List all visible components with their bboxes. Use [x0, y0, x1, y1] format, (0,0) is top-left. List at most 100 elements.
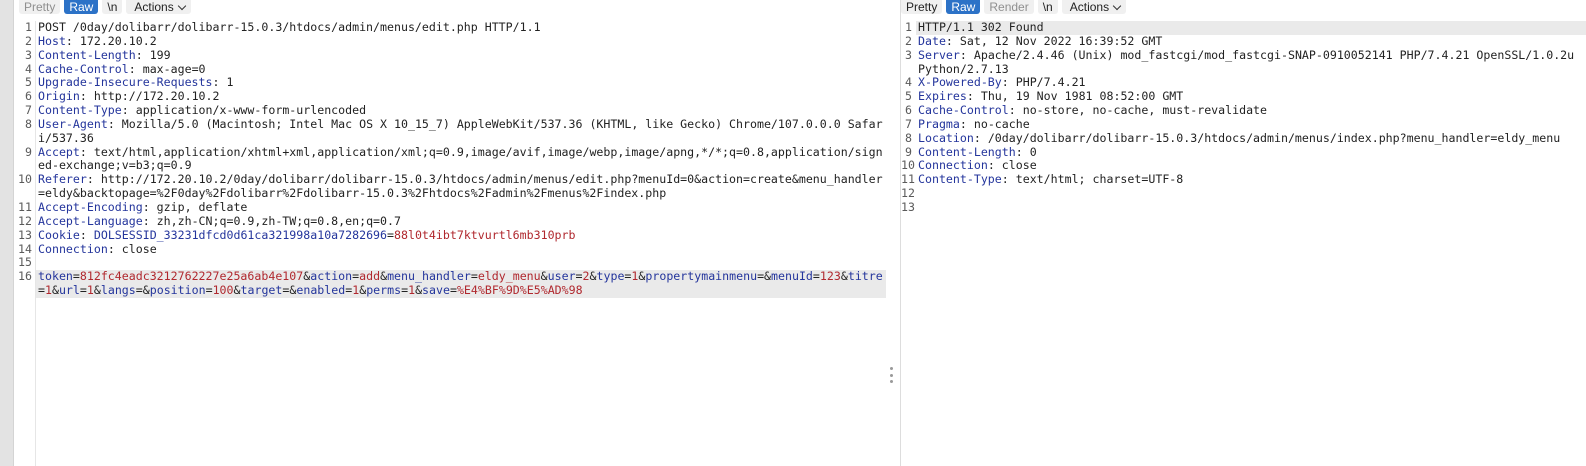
header-name: Accept-Encoding [38, 199, 143, 214]
request-pretty-tab[interactable]: Pretty [19, 0, 61, 14]
header-name: Connection [918, 158, 988, 173]
header-line: 9 Accept: text/html,application/xhtml+xml… [25, 144, 883, 173]
param-name: target [240, 283, 283, 298]
header-line: 7 Pragma: no-cache [905, 116, 1030, 131]
header-line: 11 Accept-Encoding: gzip, deflate [18, 199, 248, 214]
cookie-header-name: Cookie [38, 227, 80, 242]
param-value: %E4%BF%9D%E5%AD%98 [456, 283, 583, 298]
response-newline-toggle[interactable]: \n [1037, 0, 1058, 14]
header-name: Server [918, 47, 960, 62]
request-editor-pane[interactable]: Pretty Raw \n Actions 1 POST /0day/dolib… [14, 0, 901, 466]
header-line: 5 Upgrade-Insecure-Requests: 1 [25, 75, 234, 90]
header-line: 8 Location: /0day/dolibarr/dolibarr-15.0.… [905, 130, 1561, 145]
param-value: 123 [819, 269, 841, 284]
cookie-header-line: 13 Cookie: DOLSESSID_33231dfcd0d61ca3219… [18, 227, 576, 242]
header-line: 3 Content-Length: 199 [25, 47, 171, 62]
header-value: /0day/dolibarr/dolibarr-15.0.3/htdocs/ad… [987, 130, 1561, 145]
header-continuation-line: Python/2.7.13 [901, 61, 1586, 77]
header-value: 0 [1029, 144, 1037, 159]
header-name: Content-Type [38, 103, 122, 118]
header-value-continuation: Python/2.7.13 [918, 61, 1009, 76]
header-value: 1 [226, 75, 234, 90]
param-value: 1 [408, 283, 416, 298]
header-value: Sat, 12 Nov 2022 16:39:52 GMT [959, 33, 1163, 48]
request-newline-toggle[interactable]: \n [102, 0, 123, 14]
header-name: Origin [38, 89, 80, 104]
header-line: 12 Accept-Language: zh,zh-CN;q=0.9,zh-TW;… [18, 213, 401, 228]
param-name: perms [366, 283, 402, 298]
header-name: Date [918, 33, 946, 48]
header-name: Upgrade-Insecure-Requests [38, 75, 213, 90]
param-name: titre [847, 269, 883, 284]
response-raw-text[interactable]: 1 HTTP/1.1 302 Found 2 Date: Sat, 12 Nov … [901, 20, 1586, 215]
request-actions-label: Actions [134, 0, 174, 14]
header-name: Pragma [918, 116, 960, 131]
header-value: http://172.20.10.2 [93, 89, 220, 104]
header-name: Cache-Control [38, 61, 129, 76]
param-value: eldy_menu [477, 269, 541, 284]
blank-line: 15 [18, 255, 32, 270]
header-name: Location [918, 130, 974, 145]
header-value: max-age=0 [142, 61, 206, 76]
header-value: http://172.20.10.2/0day/dolibarr/dolibar… [38, 172, 883, 201]
header-value: no-store, no-cache, must-revalidate [1022, 103, 1268, 118]
connection-header-value: close [121, 241, 157, 256]
param-name: action [310, 269, 353, 284]
header-line: 9 Content-Length: 0 [905, 144, 1037, 159]
header-name: Content-Length [38, 47, 136, 62]
request-line-text: POST /0day/dolibarr/dolibarr-15.0.3/htdo… [38, 20, 541, 34]
response-render-tab[interactable]: Render [984, 0, 1034, 14]
param-name: url [58, 283, 80, 298]
header-name: Cache-Control [918, 103, 1009, 118]
blank-line: 12 [901, 186, 915, 201]
header-line: 2 Date: Sat, 12 Nov 2022 16:39:52 GMT [905, 33, 1163, 48]
header-value: gzip, deflate [156, 199, 248, 214]
header-line: 2 Host: 172.20.10.2 [25, 33, 157, 48]
param-value: 1 [86, 283, 94, 298]
response-viewer-pane[interactable]: Pretty Raw Render \n Actions 1 HTTP/1.1 … [901, 0, 1586, 466]
header-line: 10 Referer: http://172.20.10.2/0day/dolib… [18, 172, 883, 201]
param-value: 1 [44, 283, 52, 298]
header-value: 172.20.10.2 [79, 33, 157, 48]
header-value: close [1001, 158, 1037, 173]
header-value: no-cache [973, 116, 1030, 131]
request-raw-text[interactable]: 1 POST /0day/dolibarr/dolibarr-15.0.3/ht… [14, 20, 900, 298]
status-line: 1 HTTP/1.1 302 Found [901, 20, 1586, 35]
param-name: user [547, 269, 576, 284]
header-value: text/html; charset=UTF-8 [1015, 172, 1184, 187]
header-name: Expires [918, 89, 967, 104]
header-line: 6 Origin: http://172.20.10.2 [25, 89, 220, 104]
header-value: 199 [149, 47, 171, 62]
header-value: text/html,application/xhtml+xml,applicat… [38, 144, 883, 173]
header-line: 8 User-Agent: Mozilla/5.0 (Macintosh; Int… [25, 116, 883, 145]
param-name: langs [100, 283, 136, 298]
status-line-text: HTTP/1.1 302 Found [916, 20, 1586, 35]
header-line: 10 Connection: close [901, 158, 1037, 173]
response-actions-menu[interactable]: Actions [1061, 0, 1127, 14]
response-pretty-tab[interactable]: Pretty [901, 0, 943, 14]
request-actions-menu[interactable]: Actions [126, 0, 191, 14]
kebab-vertical-icon[interactable] [889, 367, 893, 383]
response-actions-label: Actions [1069, 0, 1110, 14]
header-name: Host [38, 33, 66, 48]
header-value: application/x-www-form-urlencoded [135, 103, 367, 118]
cookie-value: 88l0t4ibt7ktvurtl6mb310prb [394, 227, 576, 242]
param-value: 812fc4eadc3212762227e25a6ab4e107 [79, 269, 304, 284]
param-name: propertymainmenu [645, 269, 758, 284]
cookie-key: DOLSESSID_33231dfcd0d61ca321998a10a72826… [93, 227, 388, 242]
header-line: 3 Server: Apache/2.4.46 (Unix) mod_fastcg… [905, 47, 1575, 62]
header-value: zh,zh-CN;q=0.9,zh-TW;q=0.8,en;q=0.7 [156, 213, 401, 228]
param-value: 2 [582, 269, 590, 284]
response-raw-tab[interactable]: Raw [946, 0, 981, 14]
header-name: Content-Length [918, 144, 1016, 159]
header-name: Accept-Language [38, 213, 143, 228]
param-name: enabled [296, 283, 346, 298]
header-name: X-Powered-By [918, 75, 1002, 90]
param-value: add [359, 269, 381, 284]
request-toolbar: Pretty Raw \n Actions [14, 0, 900, 14]
header-line: 7 Content-Type: application/x-www-form-ur… [25, 103, 367, 118]
param-name: position [149, 283, 206, 298]
param-name: token [38, 269, 73, 284]
header-value: Mozilla/5.0 (Macintosh; Intel Mac OS X 1… [38, 116, 883, 145]
request-raw-tab[interactable]: Raw [64, 0, 99, 14]
